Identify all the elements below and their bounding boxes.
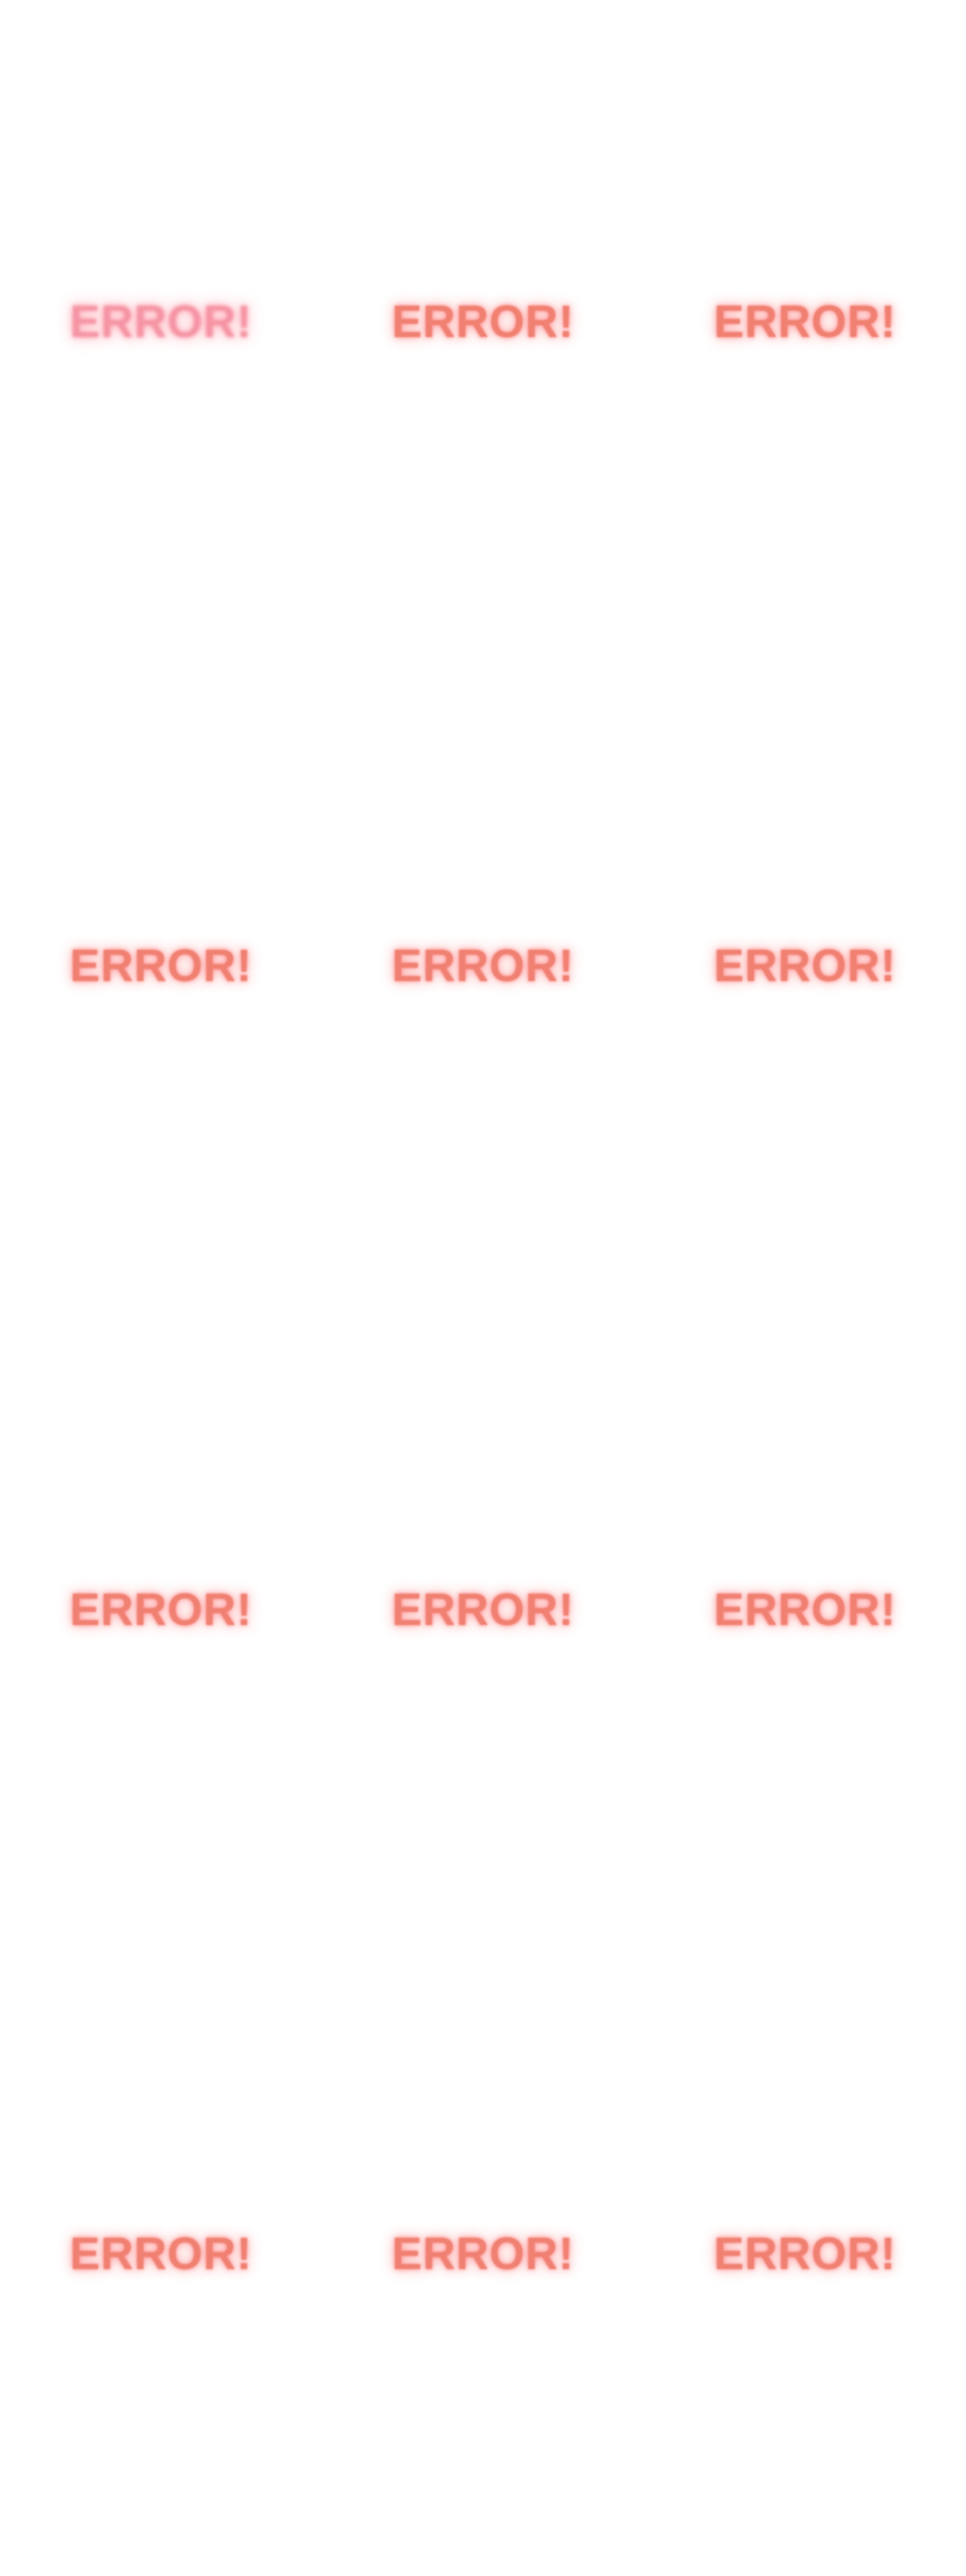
- error-tile: ERROR!: [322, 1932, 644, 2576]
- error-label: ERROR!: [392, 1585, 574, 1635]
- error-tile: ERROR!: [644, 1932, 966, 2576]
- error-tile: ERROR!: [644, 644, 966, 1288]
- error-label: ERROR!: [70, 2229, 252, 2279]
- error-tile: ERROR!: [322, 1288, 644, 1932]
- error-label: ERROR!: [714, 2229, 896, 2279]
- error-tile: ERROR!: [644, 0, 966, 644]
- error-label: ERROR!: [70, 941, 252, 991]
- error-tile: ERROR!: [0, 1288, 322, 1932]
- error-tile: ERROR!: [322, 0, 644, 644]
- error-label: ERROR!: [392, 2229, 574, 2279]
- error-tile: ERROR!: [644, 1288, 966, 1932]
- error-tile: ERROR!: [0, 1932, 322, 2576]
- error-label: ERROR!: [714, 941, 896, 991]
- error-label: ERROR!: [714, 297, 896, 347]
- error-label: ERROR!: [70, 1585, 252, 1635]
- error-label: ERROR!: [392, 941, 574, 991]
- error-grid: ERROR! ERROR! ERROR! ERROR! ERROR! ERROR…: [0, 0, 966, 2576]
- error-tile: ERROR!: [322, 644, 644, 1288]
- error-label: ERROR!: [392, 297, 574, 347]
- error-tile: ERROR!: [0, 644, 322, 1288]
- error-tile: ERROR!: [0, 0, 322, 644]
- error-label: ERROR!: [714, 1585, 896, 1635]
- error-label: ERROR!: [70, 297, 252, 347]
